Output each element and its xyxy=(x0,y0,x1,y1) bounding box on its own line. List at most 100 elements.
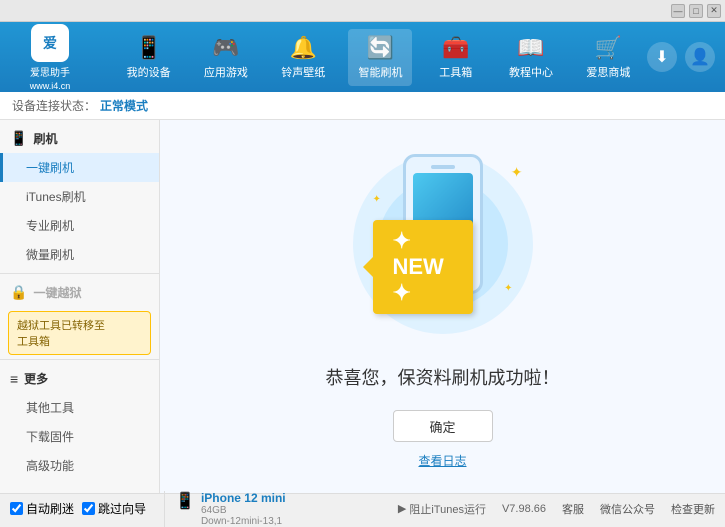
ringtone-icon: 🔔 xyxy=(290,35,317,61)
sidebar-section-more: ≡ 更多 其他工具 下载固件 高级功能 xyxy=(0,364,159,480)
header-right: ⬇ 👤 xyxy=(647,42,715,72)
lock-icon: 🔒 xyxy=(10,284,27,301)
apps-games-label: 应用游戏 xyxy=(204,64,248,80)
nav-item-toolbox[interactable]: 🧰 工具箱 xyxy=(426,29,486,86)
advanced-label: 高级功能 xyxy=(26,459,74,473)
download-fw-label: 下载固件 xyxy=(26,430,74,444)
nav-bar: 📱 我的设备 🎮 应用游戏 🔔 铃声壁纸 🔄 智能刷机 🧰 工具箱 📖 教程中心… xyxy=(110,29,647,86)
status-label: 设备连接状态： xyxy=(12,97,96,114)
skip-wizard-input[interactable] xyxy=(82,502,95,515)
success-message: 恭喜您，保资料刷机成功啦！ xyxy=(326,364,560,390)
nav-item-smart-flash[interactable]: 🔄 智能刷机 xyxy=(348,29,412,86)
my-device-icon: 📱 xyxy=(135,35,162,61)
one-key-flash-label: 一键刷机 xyxy=(26,161,74,175)
itunes-label: 阻止iTunes运行 xyxy=(409,501,486,517)
flash-section-icon: 📱 xyxy=(10,130,27,147)
nav-item-ringtone[interactable]: 🔔 铃声壁纸 xyxy=(271,29,335,86)
sidebar-item-advanced[interactable]: 高级功能 xyxy=(0,451,159,480)
retry-link[interactable]: 查看日志 xyxy=(418,452,466,469)
content-area: ✦ NEW ✦ ✦ ✦ ✦ 恭喜您，保资料刷机成功啦！ 确定 查看日志 xyxy=(160,120,725,493)
device-name: iPhone 12 mini xyxy=(201,491,286,505)
more-section-icon: ≡ xyxy=(10,371,18,387)
device-details: iPhone 12 mini 64GB Down-12mini-13,1 xyxy=(201,491,286,527)
user-button[interactable]: 👤 xyxy=(685,42,715,72)
footer-right: ▶ 阻止iTunes运行 V7.98.66 客服 微信公众号 检查更新 xyxy=(398,501,715,517)
nav-item-tutorials[interactable]: 📖 教程中心 xyxy=(499,29,563,86)
toolbox-icon: 🧰 xyxy=(442,35,469,61)
footer: 自动刷迷 跳过向导 📱 iPhone 12 mini 64GB Down-12m… xyxy=(0,493,725,523)
sidebar-item-itunes-flash[interactable]: iTunes刷机 xyxy=(0,182,159,211)
itunes-icon: ▶ xyxy=(398,502,406,515)
auto-flash-checkbox[interactable]: 自动刷迷 xyxy=(10,500,74,517)
sidebar-item-restore-flash[interactable]: 微量刷机 xyxy=(0,240,159,269)
main-area: 📱 刷机 一键刷机 iTunes刷机 专业刷机 微量刷机 🔒 一键越狱 xyxy=(0,120,725,493)
smart-flash-label: 智能刷机 xyxy=(358,64,402,80)
sidebar-section-jailbreak-header: 🔒 一键越狱 xyxy=(0,278,159,307)
version-label: V7.98.66 xyxy=(502,503,546,515)
more-section-label: 更多 xyxy=(24,370,48,387)
toolbox-label: 工具箱 xyxy=(439,64,472,80)
wechat-link[interactable]: 微信公众号 xyxy=(600,501,655,517)
nav-item-apps-games[interactable]: 🎮 应用游戏 xyxy=(194,29,258,86)
auto-flash-label: 自动刷迷 xyxy=(26,500,74,517)
sidebar: 📱 刷机 一键刷机 iTunes刷机 专业刷机 微量刷机 🔒 一键越狱 xyxy=(0,120,160,493)
sparkle-icon-1: ✦ xyxy=(511,164,523,181)
sidebar-item-pro-flash[interactable]: 专业刷机 xyxy=(0,211,159,240)
device-phone-icon: 📱 xyxy=(175,491,195,511)
sidebar-item-download-fw[interactable]: 下载固件 xyxy=(0,422,159,451)
status-value: 正常模式 xyxy=(100,97,148,114)
sidebar-section-flash-header: 📱 刷机 xyxy=(0,124,159,153)
store-icon: 🛒 xyxy=(595,35,622,61)
logo-line2: www.i4.cn xyxy=(30,81,71,91)
sidebar-section-jailbreak: 🔒 一键越狱 越狱工具已转移至工具箱 xyxy=(0,278,159,355)
pro-flash-label: 专业刷机 xyxy=(26,219,74,233)
skip-wizard-checkbox[interactable]: 跳过向导 xyxy=(82,500,146,517)
jailbreak-section-label: 一键越狱 xyxy=(33,284,81,301)
check-update-link[interactable]: 检查更新 xyxy=(671,501,715,517)
sparkle-icon-2: ✦ xyxy=(373,194,381,205)
skip-wizard-label: 跳过向导 xyxy=(98,500,146,517)
smart-flash-icon: 🔄 xyxy=(367,35,394,61)
sidebar-item-one-key-flash[interactable]: 一键刷机 xyxy=(0,153,159,182)
success-illustration: ✦ NEW ✦ ✦ ✦ ✦ xyxy=(343,144,543,344)
logo-icon: 爱 xyxy=(31,24,69,62)
sidebar-section-more-header: ≡ 更多 xyxy=(0,364,159,393)
new-banner: ✦ NEW ✦ xyxy=(373,220,473,314)
maximize-button[interactable]: □ xyxy=(689,4,703,18)
minimize-button[interactable]: — xyxy=(671,4,685,18)
sidebar-divider-2 xyxy=(0,359,159,360)
itunes-flash-label: iTunes刷机 xyxy=(26,190,86,204)
other-tools-label: 其他工具 xyxy=(26,401,74,415)
auto-flash-input[interactable] xyxy=(10,502,23,515)
nav-item-my-device[interactable]: 📱 我的设备 xyxy=(117,29,181,86)
sidebar-item-other-tools[interactable]: 其他工具 xyxy=(0,393,159,422)
sidebar-divider-1 xyxy=(0,273,159,274)
apps-games-icon: 🎮 xyxy=(212,35,239,61)
download-button[interactable]: ⬇ xyxy=(647,42,677,72)
phone-speaker xyxy=(431,165,455,169)
store-label: 爱思商城 xyxy=(586,64,630,80)
device-info: 📱 iPhone 12 mini 64GB Down-12mini-13,1 xyxy=(164,491,286,527)
restore-flash-label: 微量刷机 xyxy=(26,248,74,262)
flash-section-label: 刷机 xyxy=(33,130,57,147)
titlebar-controls: — □ ✕ xyxy=(671,4,721,18)
confirm-button[interactable]: 确定 xyxy=(393,410,493,442)
jailbreak-notice: 越狱工具已转移至工具箱 xyxy=(8,311,151,355)
ringtone-label: 铃声壁纸 xyxy=(281,64,325,80)
titlebar: — □ ✕ xyxy=(0,0,725,22)
logo-line1: 爱思助手 xyxy=(30,64,70,79)
status-bar: 设备连接状态： 正常模式 xyxy=(0,92,725,120)
device-firmware: Down-12mini-13,1 xyxy=(201,516,286,527)
sidebar-section-flash: 📱 刷机 一键刷机 iTunes刷机 专业刷机 微量刷机 xyxy=(0,124,159,269)
logo[interactable]: 爱 爱思助手 www.i4.cn xyxy=(10,24,90,91)
tutorials-icon: 📖 xyxy=(517,35,544,61)
new-ribbon-text: ✦ NEW ✦ xyxy=(373,220,473,314)
footer-left: 自动刷迷 跳过向导 📱 iPhone 12 mini 64GB Down-12m… xyxy=(10,491,398,527)
close-button[interactable]: ✕ xyxy=(707,4,721,18)
sparkle-icon-3: ✦ xyxy=(504,283,512,294)
customer-service-link[interactable]: 客服 xyxy=(562,501,584,517)
device-storage: 64GB xyxy=(201,505,286,516)
itunes-status: ▶ 阻止iTunes运行 xyxy=(398,501,486,517)
header: 爱 爱思助手 www.i4.cn 📱 我的设备 🎮 应用游戏 🔔 铃声壁纸 🔄 … xyxy=(0,22,725,92)
nav-item-store[interactable]: 🛒 爱思商城 xyxy=(576,29,640,86)
